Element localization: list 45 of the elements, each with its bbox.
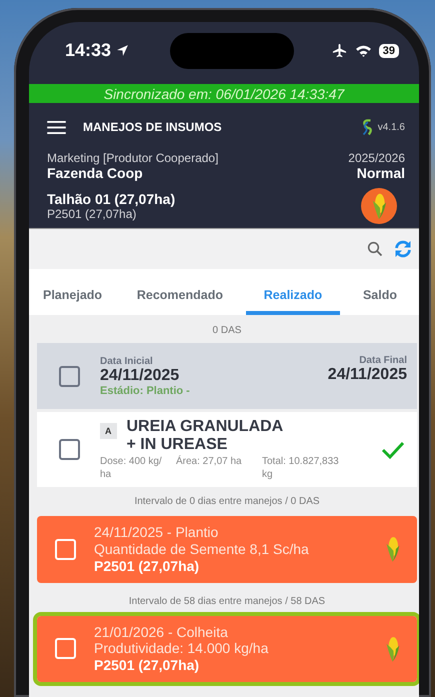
event-plot: P2501 (27,07ha) — [94, 558, 200, 575]
airplane-icon — [330, 43, 348, 58]
event-detail: Quantidade de Semente 8,1 Sc/ha — [94, 540, 310, 558]
stage-label: Estádio: Plantio - — [100, 384, 191, 396]
event-title: 24/11/2025 - Plantio — [94, 524, 220, 541]
checkbox[interactable] — [59, 366, 80, 386]
corn-icon — [384, 535, 401, 564]
checkbox[interactable] — [59, 439, 80, 460]
season-type: Normal — [356, 165, 405, 181]
tab[interactable]: Planejado — [43, 269, 114, 315]
farm-name: Fazenda Coop — [47, 165, 144, 181]
status-time: 14:33 — [65, 40, 112, 61]
search-icon[interactable] — [367, 241, 383, 257]
menu-icon[interactable] — [47, 120, 66, 134]
refresh-icon[interactable] — [393, 239, 413, 259]
location-arrow-icon — [116, 44, 130, 57]
corn-icon — [370, 192, 388, 220]
battery-indicator: 39 — [378, 44, 399, 58]
end-date-label: Data Final — [359, 355, 407, 366]
user-label: Marketing [Produtor Cooperado] — [47, 151, 218, 165]
interval-label: Intervalo de 0 dias entre manejos / 0 DAS — [134, 496, 320, 508]
interval-label: Intervalo de 58 dias entre manejos / 58 DAS — [128, 596, 326, 607]
tab[interactable]: Saldo — [350, 269, 409, 315]
event-title: 21/01/2026 - Colheita — [94, 624, 229, 640]
product-name: UREIA GRANULADA + IN UREASE — [126, 418, 284, 454]
tab[interactable]: Recomendado — [124, 269, 235, 315]
event-card[interactable]: 21/01/2026 - Colheita Produtividade: 14.000 kg/ha P2501 (27,07ha) — [33, 612, 419, 686]
das-label: 0 DAS — [212, 325, 242, 336]
event-detail: Produtividade: 14.000 kg/ha — [94, 640, 270, 658]
version-label: v4.1.6 — [378, 122, 405, 132]
start-date-label: Data Inicial — [100, 356, 154, 366]
field-name: Talhão 01 (27,07ha) — [47, 191, 176, 207]
season-label: 2025/2026 — [348, 151, 405, 165]
page-title: MANEJOS DE INSUMOS — [83, 120, 223, 134]
sync-banner: Sincronizado em: 06/01/2026 14:33:47 — [29, 84, 419, 103]
area-label: Área: 27,07 ha — [176, 455, 243, 470]
event-plot: P2501 (27,07ha) — [94, 657, 200, 674]
product-type-badge: A — [100, 423, 116, 439]
wifi-icon — [354, 43, 372, 58]
corn-icon — [384, 634, 401, 663]
end-date: 24/11/2025 — [328, 366, 407, 384]
total-label: Total: 10.827,833 kg — [262, 455, 340, 482]
dose-label: Dose: 400 kg/ ha — [100, 455, 163, 482]
plot-label: P2501 (27,07ha) — [47, 207, 138, 221]
start-date: 24/11/2025 — [100, 366, 180, 384]
